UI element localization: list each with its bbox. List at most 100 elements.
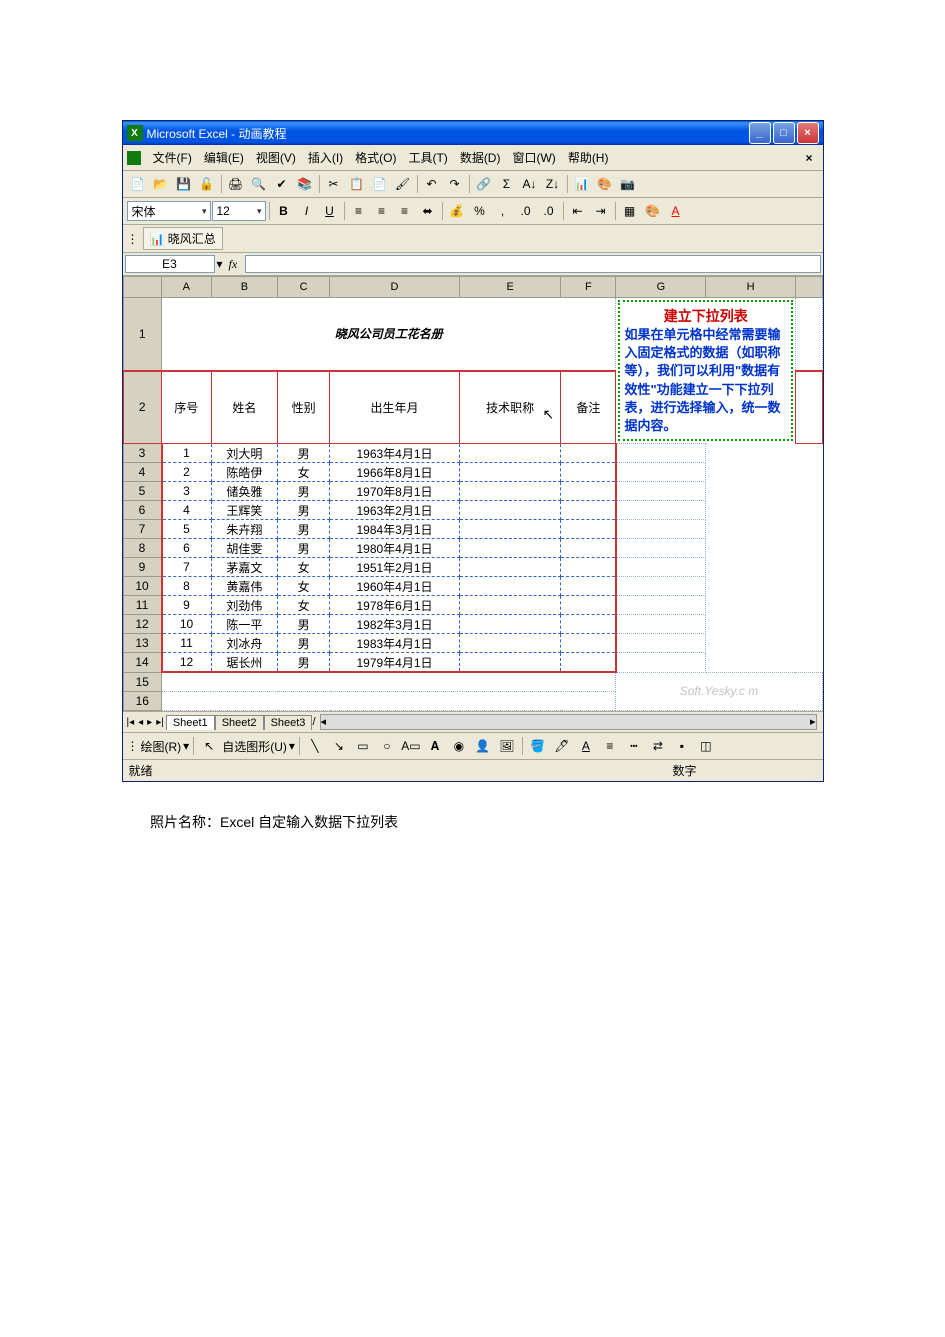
cell[interactable] (561, 482, 616, 501)
cell[interactable] (460, 596, 561, 615)
cell[interactable]: 1970年8月1日 (330, 482, 460, 501)
format-painter-icon[interactable]: 🖌 (392, 173, 414, 195)
menu-help[interactable]: 帮助(H) (562, 147, 615, 168)
research-icon[interactable]: 📚 (294, 173, 316, 195)
paste-icon[interactable]: 📄 (369, 173, 391, 195)
cell[interactable]: 刘劲伟 (211, 596, 278, 615)
cell[interactable] (460, 653, 561, 673)
row-header[interactable]: 15 (123, 672, 162, 692)
col-header[interactable]: D (330, 277, 460, 298)
worksheet-grid[interactable]: A B C D E F G H 1 晓风公司员工花名册 建立下拉列表 如果在单元… (123, 276, 823, 711)
cell[interactable]: 1978年6月1日 (330, 596, 460, 615)
spell-icon[interactable]: ✔ (271, 173, 293, 195)
indent-right-icon[interactable]: ⇥ (590, 200, 612, 222)
line-icon[interactable]: ╲ (304, 735, 326, 757)
tab-nav-first-icon[interactable]: |◂ (125, 717, 137, 728)
row-header[interactable]: 13 (123, 634, 162, 653)
undo-icon[interactable]: ↶ (421, 173, 443, 195)
cell[interactable] (460, 558, 561, 577)
italic-button[interactable]: I (296, 200, 318, 222)
save-icon[interactable]: 💾 (173, 173, 195, 195)
menu-tools[interactable]: 工具(T) (402, 147, 453, 168)
cell[interactable]: 1963年2月1日 (330, 501, 460, 520)
cell[interactable]: 刘冰舟 (211, 634, 278, 653)
cell[interactable]: 男 (278, 501, 330, 520)
tab-nav-prev-icon[interactable]: ◂ (136, 717, 145, 728)
fill-color-icon[interactable]: 🎨 (642, 200, 664, 222)
arrow-style-icon[interactable]: ⇄ (647, 735, 669, 757)
cell[interactable]: 琚长州 (211, 653, 278, 673)
draw-menu[interactable]: 绘图(R) (141, 738, 182, 755)
select-objects-icon[interactable]: ↖ (198, 735, 220, 757)
autosum-icon[interactable]: Σ (496, 173, 518, 195)
camera-icon[interactable]: 📷 (617, 173, 639, 195)
menu-window[interactable]: 窗口(W) (506, 147, 561, 168)
cell[interactable]: 3 (162, 482, 211, 501)
cell[interactable]: 1983年4月1日 (330, 634, 460, 653)
rectangle-icon[interactable]: ▭ (352, 735, 374, 757)
cell[interactable]: 胡佳雯 (211, 539, 278, 558)
cell[interactable] (460, 520, 561, 539)
cell[interactable]: 1 (162, 444, 211, 463)
cell[interactable]: 陈一平 (211, 615, 278, 634)
minimize-button[interactable]: _ (749, 122, 771, 144)
cell[interactable]: 茅嘉文 (211, 558, 278, 577)
cell[interactable] (460, 539, 561, 558)
cell[interactable]: 朱卉翔 (211, 520, 278, 539)
sheet-tab[interactable]: Sheet2 (215, 715, 264, 730)
chart-icon[interactable]: 📊 (571, 173, 593, 195)
col-header[interactable]: B (211, 277, 278, 298)
redo-icon[interactable]: ↷ (444, 173, 466, 195)
font-size-select[interactable]: 12 (212, 201, 266, 221)
row-header[interactable]: 14 (123, 653, 162, 673)
row-header[interactable]: 8 (123, 539, 162, 558)
cell[interactable]: 1980年4月1日 (330, 539, 460, 558)
doc-icon[interactable] (127, 151, 141, 165)
cell[interactable]: 4 (162, 501, 211, 520)
sort-desc-icon[interactable]: Z↓ (542, 173, 564, 195)
row-header[interactable]: 7 (123, 520, 162, 539)
menu-edit[interactable]: 编辑(E) (198, 147, 250, 168)
cell[interactable]: 10 (162, 615, 211, 634)
picture-icon[interactable]: 🖼 (496, 735, 518, 757)
fill-color-icon[interactable]: 🪣 (527, 735, 549, 757)
diagram-icon[interactable]: ◉ (448, 735, 470, 757)
font-color-icon[interactable]: A (665, 200, 687, 222)
currency-icon[interactable]: 💰 (446, 200, 468, 222)
row-header[interactable]: 1 (123, 298, 162, 371)
hyperlink-icon[interactable]: 🔗 (473, 173, 495, 195)
open-icon[interactable]: 📂 (150, 173, 172, 195)
increase-decimal-icon[interactable]: .0 (515, 200, 537, 222)
menu-view[interactable]: 视图(V) (250, 147, 302, 168)
col-header[interactable]: E (460, 277, 561, 298)
tab-nav-last-icon[interactable]: ▸| (154, 717, 166, 728)
fx-label[interactable]: fx (223, 257, 244, 272)
cell[interactable]: 1960年4月1日 (330, 577, 460, 596)
cell[interactable]: 8 (162, 577, 211, 596)
cell[interactable] (460, 463, 561, 482)
3d-icon[interactable]: ◫ (695, 735, 717, 757)
cell[interactable] (460, 577, 561, 596)
cell[interactable]: 2 (162, 463, 211, 482)
cell[interactable]: 储奂雅 (211, 482, 278, 501)
row-header[interactable]: 5 (123, 482, 162, 501)
cell[interactable]: 姓名 (211, 371, 278, 444)
custom-button[interactable]: 📊 晓风汇总 (143, 227, 223, 250)
align-center-icon[interactable]: ≡ (371, 200, 393, 222)
row-header[interactable]: 6 (123, 501, 162, 520)
cell[interactable]: 女 (278, 577, 330, 596)
row-header[interactable]: 3 (123, 444, 162, 463)
titlebar[interactable]: X Microsoft Excel - 动画教程 _ □ × (123, 121, 823, 145)
cell[interactable]: 性别 (278, 371, 330, 444)
cell[interactable]: 1951年2月1日 (330, 558, 460, 577)
textbox-icon[interactable]: A▭ (400, 735, 422, 757)
cell[interactable]: 黄嘉伟 (211, 577, 278, 596)
merge-icon[interactable]: ⬌ (417, 200, 439, 222)
cell[interactable] (561, 501, 616, 520)
maximize-button[interactable]: □ (773, 122, 795, 144)
close-button[interactable]: × (797, 122, 819, 144)
print-icon[interactable]: 🖨 (225, 173, 247, 195)
sheet-tab[interactable]: Sheet3 (264, 715, 313, 730)
cell[interactable] (561, 634, 616, 653)
sheet-title-cell[interactable]: 晓风公司员工花名册 (162, 298, 616, 371)
